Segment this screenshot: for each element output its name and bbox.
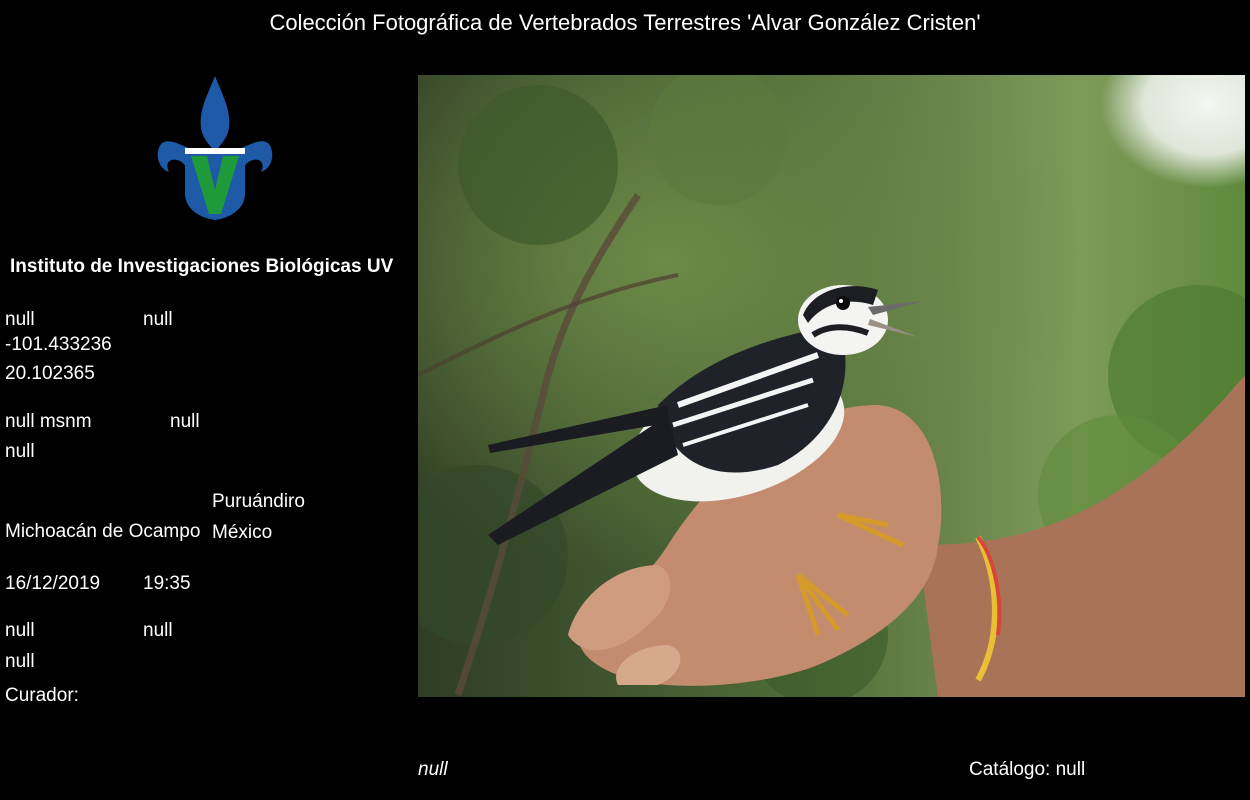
record-field: null bbox=[5, 309, 35, 330]
altitude-value: null msnm bbox=[5, 411, 92, 432]
municipality-value: Puruándiro bbox=[212, 491, 305, 512]
university-logo bbox=[155, 74, 275, 222]
page-title: Colección Fotográfica de Vertebrados Ter… bbox=[269, 10, 981, 35]
record-field: null bbox=[170, 411, 200, 432]
specimen-photo bbox=[418, 75, 1245, 697]
date-value: 16/12/2019 bbox=[5, 573, 101, 594]
record-field: null bbox=[143, 620, 173, 641]
curator-label: Curador: bbox=[5, 685, 79, 706]
time-value: 19:35 bbox=[143, 573, 191, 594]
record-field: null bbox=[5, 441, 35, 462]
record-field: null bbox=[5, 651, 35, 672]
institute-name: Instituto de Investigaciones Biológicas … bbox=[10, 256, 394, 277]
latitude-value: 20.102365 bbox=[5, 363, 95, 384]
fleur-de-lis-v-icon bbox=[157, 76, 273, 220]
record-field: null bbox=[5, 620, 35, 641]
longitude-value: -101.433236 bbox=[5, 334, 112, 355]
record-field: null bbox=[143, 309, 173, 330]
species-name: null bbox=[418, 759, 448, 780]
country-value: México bbox=[212, 522, 273, 543]
state-value: Michoacán de Ocampo bbox=[5, 521, 201, 542]
bird-photo-illustration bbox=[418, 75, 1245, 697]
catalog-number: Catálogo: null bbox=[969, 759, 1086, 780]
